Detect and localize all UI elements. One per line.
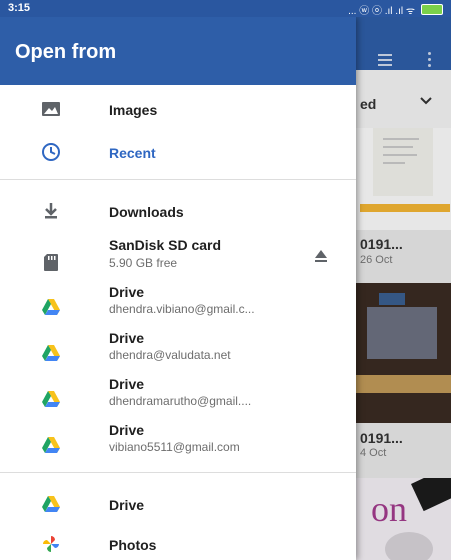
drawer-item-label: Downloads [109,204,184,220]
drawer-item-subtitle: dhendramarutho@gmail.... [109,394,252,408]
google-drive-icon [42,496,60,512]
divider [0,472,356,473]
drawer-item-recent[interactable]: Recent [0,133,356,177]
drawer-item-photos[interactable]: Photos [0,527,356,560]
drawer-item-label: Drive [109,376,145,392]
drawer-item-subtitle: 5.90 GB free [109,256,178,270]
drawer-item-sd-card[interactable]: SanDisk SD card 5.90 GB free [0,237,356,287]
battery-icon [421,4,443,15]
sd-card-icon [44,254,58,271]
clock-icon [42,143,60,161]
drawer-item-label: Drive [109,330,145,346]
drawer-item-label: Photos [109,537,157,553]
google-drive-icon [42,299,60,315]
google-drive-icon [42,391,60,407]
drawer-item-drive[interactable]: Drive dhendra.vibiano@gmail.c... [0,284,356,329]
drawer-item-label: SanDisk SD card [109,237,222,253]
drawer-item-drive[interactable]: Drive vibiano5511@gmail.com [0,422,356,467]
open-from-drawer: Open from Images Recent Downloads SanDis… [0,17,356,560]
drawer-item-label: Recent [109,145,156,161]
drawer-item-label: Drive [109,284,145,300]
divider [0,179,356,180]
drawer-title: Open from [15,41,117,63]
eject-icon[interactable] [313,248,329,264]
drawer-item-drive-app[interactable]: Drive [0,487,356,523]
google-photos-icon [43,536,59,552]
drawer-item-drive[interactable]: Drive dhendramarutho@gmail.... [0,376,356,421]
drawer-item-label: Drive [109,422,145,438]
drawer-item-downloads[interactable]: Downloads [0,192,356,236]
status-icons: ... ⓦ ⓞ .ıl .ıl ᯤ [348,2,443,17]
drawer-item-drive[interactable]: Drive dhendra@valudata.net [0,330,356,375]
image-icon [42,102,60,116]
status-bar: 3:15 ... ⓦ ⓞ .ıl .ıl ᯤ [0,0,451,17]
drawer-item-images[interactable]: Images [0,85,356,133]
download-icon [45,203,57,219]
drawer-header: Open from [0,17,356,85]
google-drive-icon [42,437,60,453]
status-time: 3:15 [8,2,31,14]
google-drive-icon [42,345,60,361]
status-indicators: ... ⓦ ⓞ .ıl .ıl ᯤ [348,6,415,17]
drawer-item-subtitle: dhendra.vibiano@gmail.c... [109,302,255,316]
drawer-item-subtitle: dhendra@valudata.net [109,348,231,362]
drawer-item-label: Drive [109,497,145,513]
drawer-item-label: Images [109,102,158,118]
drawer-item-subtitle: vibiano5511@gmail.com [109,440,240,454]
